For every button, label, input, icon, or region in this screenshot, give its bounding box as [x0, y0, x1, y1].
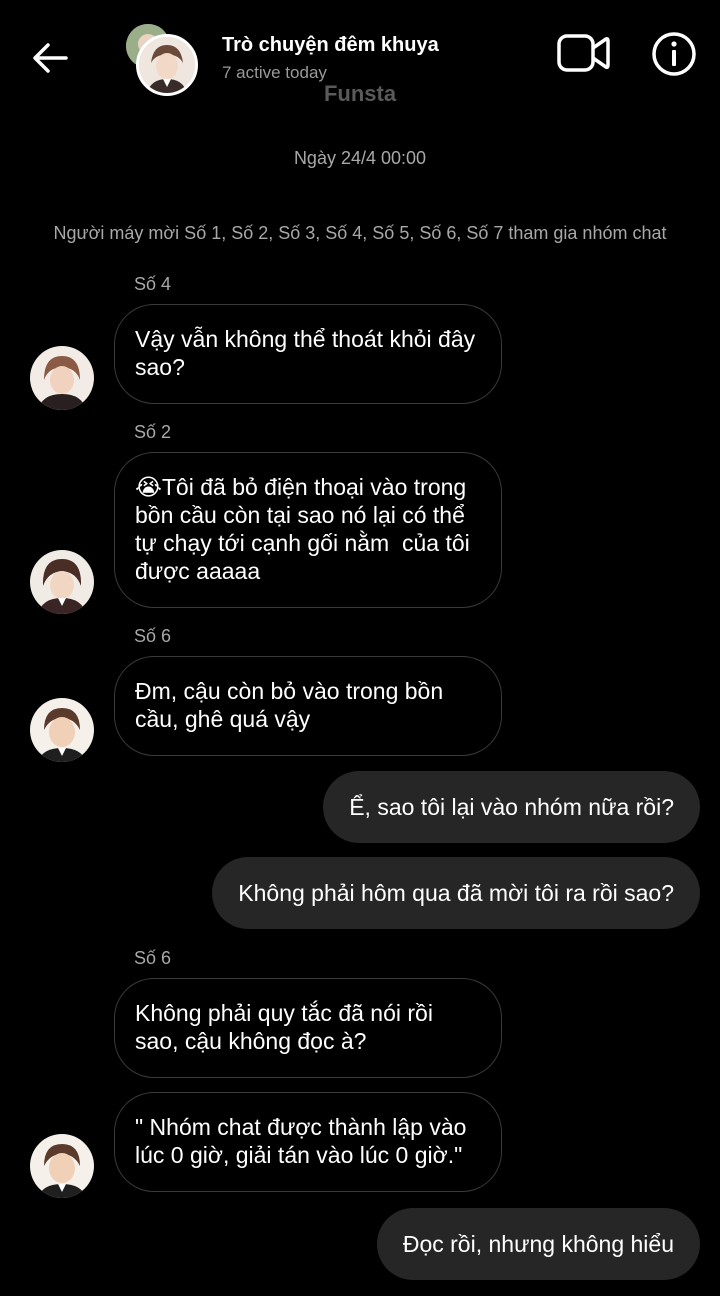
sender-avatar[interactable] — [30, 346, 94, 410]
outgoing-message-bubble[interactable]: Ể, sao tôi lại vào nhóm nữa rồi? — [323, 771, 700, 843]
chat-title[interactable]: Trò chuyện đêm khuya — [222, 34, 439, 57]
incoming-message-bubble[interactable]: Không phải quy tắc đã nói rồi sao, cậu k… — [114, 978, 502, 1078]
sender-avatar[interactable] — [30, 1134, 94, 1198]
incoming-message-bubble[interactable]: Đm, cậu còn bỏ vào trong bồn cầu, ghê qu… — [114, 656, 502, 756]
watermark: Funsta — [323, 81, 397, 106]
sender-name: Số 4 — [134, 274, 172, 294]
outgoing-message-bubble[interactable]: Đọc rồi, nhưng không hiểu — [376, 1208, 700, 1280]
active-status: 7 active today — [222, 63, 327, 82]
sender-name: Số 6 — [134, 626, 172, 646]
system-invite-message: Người máy mời Số 1, Số 2, Số 3, Số 4, Số… — [53, 223, 667, 243]
incoming-message-bubble[interactable]: 😭Tôi đã bỏ điện thoại vào trong bồn cầu … — [114, 452, 502, 608]
sender-avatar[interactable] — [30, 550, 94, 614]
info-icon[interactable] — [650, 30, 698, 78]
outgoing-message-bubble[interactable]: Không phải hôm qua đã mời tôi ra rồi sao… — [212, 857, 700, 929]
incoming-message-bubble[interactable]: Vậy vẫn không thể thoát khỏi đây sao? — [114, 304, 502, 404]
video-call-icon[interactable] — [556, 30, 612, 76]
chat-header: Trò chuyện đêm khuya 7 active today Funs… — [0, 0, 720, 110]
date-separator: Ngày 24/4 00:00 — [293, 148, 427, 168]
sender-name: Số 2 — [134, 422, 172, 442]
sender-name: Số 6 — [134, 948, 172, 968]
incoming-message-bubble[interactable]: " Nhóm chat được thành lập vào lúc 0 giờ… — [114, 1092, 502, 1192]
sender-avatar[interactable] — [30, 698, 94, 762]
back-arrow-icon[interactable] — [28, 36, 72, 80]
